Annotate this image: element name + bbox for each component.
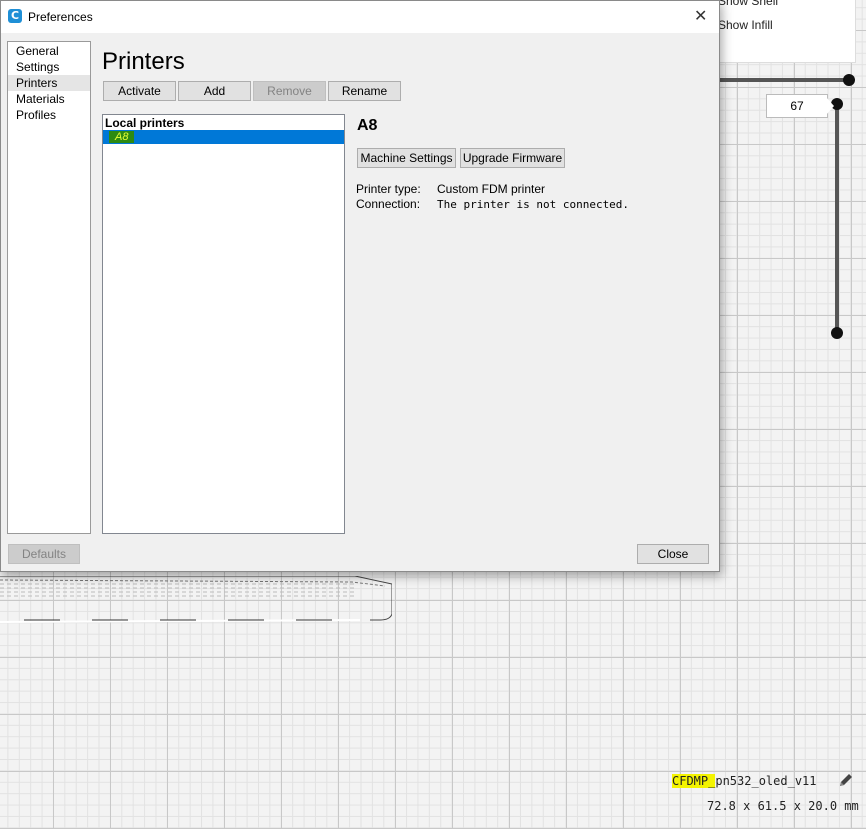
view-options-panel: Show Shell Show Infill <box>700 0 856 63</box>
model-outline <box>0 576 392 623</box>
sidebar-item-materials[interactable]: Materials <box>8 91 90 107</box>
connection-label: Connection: <box>356 197 421 211</box>
show-shell-option[interactable]: Show Shell <box>718 0 778 8</box>
model-dimensions: 72.8 x 61.5 x 20.0 mm <box>707 799 859 813</box>
layer-slider-lower-handle[interactable] <box>831 327 843 339</box>
preferences-sidebar: General Settings Printers Materials Prof… <box>7 41 91 534</box>
show-infill-option[interactable]: Show Infill <box>718 18 773 32</box>
preferences-dialog: C Preferences ✕ General Settings Printer… <box>0 0 720 572</box>
close-button[interactable]: Close <box>637 544 709 564</box>
list-header: Local printers <box>105 116 185 130</box>
remove-button[interactable]: Remove <box>253 81 326 101</box>
printer-list: Local printers A8 <box>102 114 345 534</box>
connection-value: The printer is not connected. <box>437 198 630 211</box>
sidebar-item-printers[interactable]: Printers <box>8 75 90 91</box>
add-button[interactable]: Add <box>178 81 251 101</box>
rename-button[interactable]: Rename <box>328 81 401 101</box>
list-item[interactable]: A8 <box>103 130 344 144</box>
dialog-titlebar[interactable]: C Preferences ✕ <box>1 1 719 33</box>
printer-type-label: Printer type: <box>356 182 421 196</box>
close-icon[interactable]: ✕ <box>694 6 707 25</box>
page-title: Printers <box>102 48 185 75</box>
printer-heading: A8 <box>357 117 378 134</box>
machine-settings-button[interactable]: Machine Settings <box>357 148 456 168</box>
layer-slider-track <box>835 108 839 334</box>
cura-app-icon: C <box>8 9 22 23</box>
defaults-button[interactable]: Defaults <box>8 544 80 564</box>
printer-name: A8 <box>109 131 135 143</box>
sidebar-item-settings[interactable]: Settings <box>8 59 90 75</box>
layer-number-field[interactable]: 67 <box>766 94 828 118</box>
layer-slider-top-handle[interactable] <box>843 74 855 86</box>
model-name-prefix: CFDMP_ <box>672 774 716 788</box>
sidebar-item-profiles[interactable]: Profiles <box>8 107 90 123</box>
activate-button[interactable]: Activate <box>103 81 176 101</box>
layer-number-pointer <box>826 97 834 115</box>
model-name: CFDMP_pn532_oled_v11 <box>672 774 817 788</box>
pencil-icon[interactable] <box>838 772 854 788</box>
model-name-rest: pn532_oled_v11 <box>715 774 817 788</box>
upgrade-firmware-button[interactable]: Upgrade Firmware <box>460 148 565 168</box>
dialog-title: Preferences <box>28 10 93 24</box>
sidebar-item-general[interactable]: General <box>8 43 90 59</box>
printer-type-value: Custom FDM printer <box>437 182 546 196</box>
layer-slider-top-bar <box>718 78 848 82</box>
